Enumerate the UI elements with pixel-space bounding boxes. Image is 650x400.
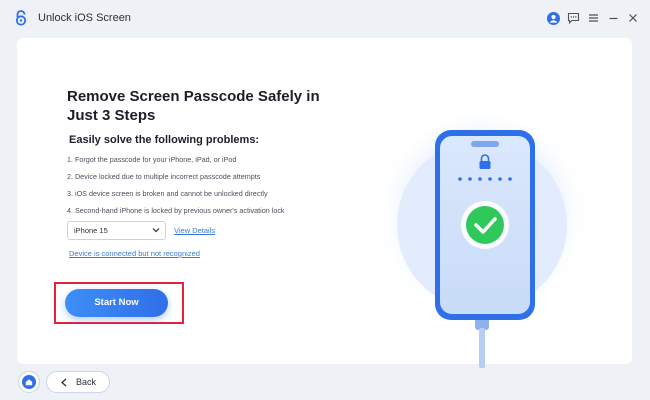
home-icon [22, 375, 36, 389]
app-title: Unlock iOS Screen [38, 12, 131, 24]
window-controls [546, 9, 640, 27]
chevron-left-icon [60, 378, 67, 386]
title-bar: Unlock iOS Screen [0, 0, 650, 36]
device-model-select[interactable]: iPhone 15 [67, 221, 166, 240]
page-title: Remove Screen Passcode Safely in Just 3 … [67, 88, 320, 124]
list-item: 1. Forgot the passcode for your iPhone, … [67, 155, 237, 164]
list-item: 2. Device locked due to multiple incorre… [67, 172, 261, 181]
problems-list: 1. Forgot the passcode for your iPhone, … [67, 151, 285, 219]
minimize-icon[interactable] [606, 9, 620, 27]
feedback-icon[interactable] [566, 9, 580, 27]
content-card: Remove Screen Passcode Safely in Just 3 … [17, 38, 632, 368]
problems-heading: Easily solve the following problems: [69, 134, 260, 146]
close-icon[interactable] [626, 9, 640, 27]
list-item: 3. iOS device screen is broken and canno… [67, 189, 268, 198]
device-model-value: iPhone 15 [74, 226, 108, 235]
chevron-down-icon [152, 228, 160, 233]
back-button[interactable]: Back [46, 371, 110, 393]
user-icon[interactable] [546, 9, 560, 27]
view-details-link[interactable]: View Details [174, 226, 215, 235]
start-now-button[interactable]: Start Now [65, 289, 168, 317]
phone-illustration [372, 115, 592, 368]
list-item: 4. Second-hand iPhone is locked by previ… [67, 206, 285, 215]
menu-icon[interactable] [586, 9, 600, 27]
device-not-recognized-link[interactable]: Device is connected but not recognized [69, 249, 200, 258]
back-label: Back [75, 377, 96, 387]
home-button[interactable] [18, 371, 40, 393]
app-logo-icon [15, 10, 27, 26]
